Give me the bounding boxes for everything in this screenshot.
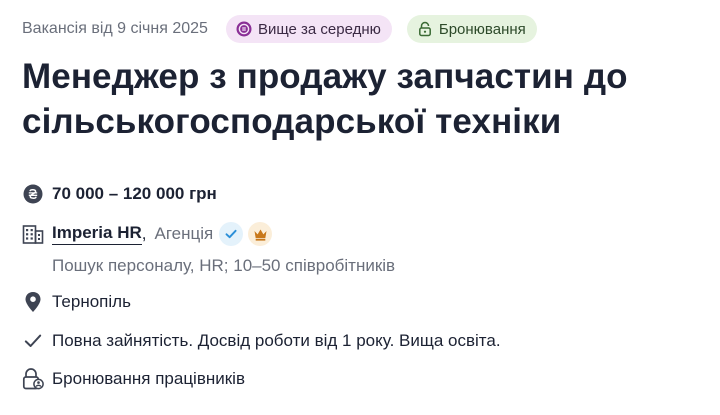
- salary-range: 70 000 – 120 000 грн: [52, 184, 217, 203]
- company-separator: ,: [141, 224, 147, 243]
- location-row: Тернопіль: [22, 291, 131, 313]
- hryvnia-icon: [22, 183, 44, 205]
- crown-icon[interactable]: [248, 222, 273, 246]
- booking-badge-label: Бронювання: [438, 20, 526, 38]
- employment-text: Повна зайнятість. Досвід роботи від 1 ро…: [52, 331, 501, 350]
- booking-badge: Бронювання: [406, 15, 537, 43]
- company-name-link[interactable]: Imperia HR: [52, 223, 142, 245]
- salary-level-badge: Вище за середню: [225, 15, 392, 43]
- building-icon: [22, 223, 44, 245]
- map-pin-icon: [22, 291, 44, 313]
- vacancy-header: Вакансія від 9 січня 2025 Вище за середн…: [0, 0, 720, 415]
- booking-text: Бронювання працівників: [52, 369, 245, 388]
- job-title: Менеджер з продажу запчастин до сільсько…: [22, 57, 628, 141]
- employment-row: Повна зайнятість. Досвід роботи від 1 ро…: [22, 330, 501, 352]
- verified-check-icon[interactable]: [219, 222, 244, 246]
- salary-row: 70 000 – 120 000 грн: [22, 183, 217, 205]
- booking-row: Бронювання працівників: [22, 368, 245, 390]
- check-icon: [22, 330, 44, 352]
- location-text: Тернопіль: [52, 292, 131, 311]
- company-description: Пошук персоналу, HR; 10–50 співробітникі…: [52, 256, 396, 275]
- meta-row: Вакансія від 9 січня 2025 Вище за середн…: [22, 15, 552, 43]
- company-type: Агенція: [154, 224, 214, 243]
- company-row: Imperia HR , Агенція: [22, 222, 273, 246]
- salary-level-label: Вище за середню: [257, 20, 381, 38]
- coin-icon: [236, 21, 252, 37]
- lock-icon: [417, 21, 433, 37]
- lock-user-icon: [22, 368, 44, 390]
- posted-date: Вакансія від 9 січня 2025: [22, 20, 208, 37]
